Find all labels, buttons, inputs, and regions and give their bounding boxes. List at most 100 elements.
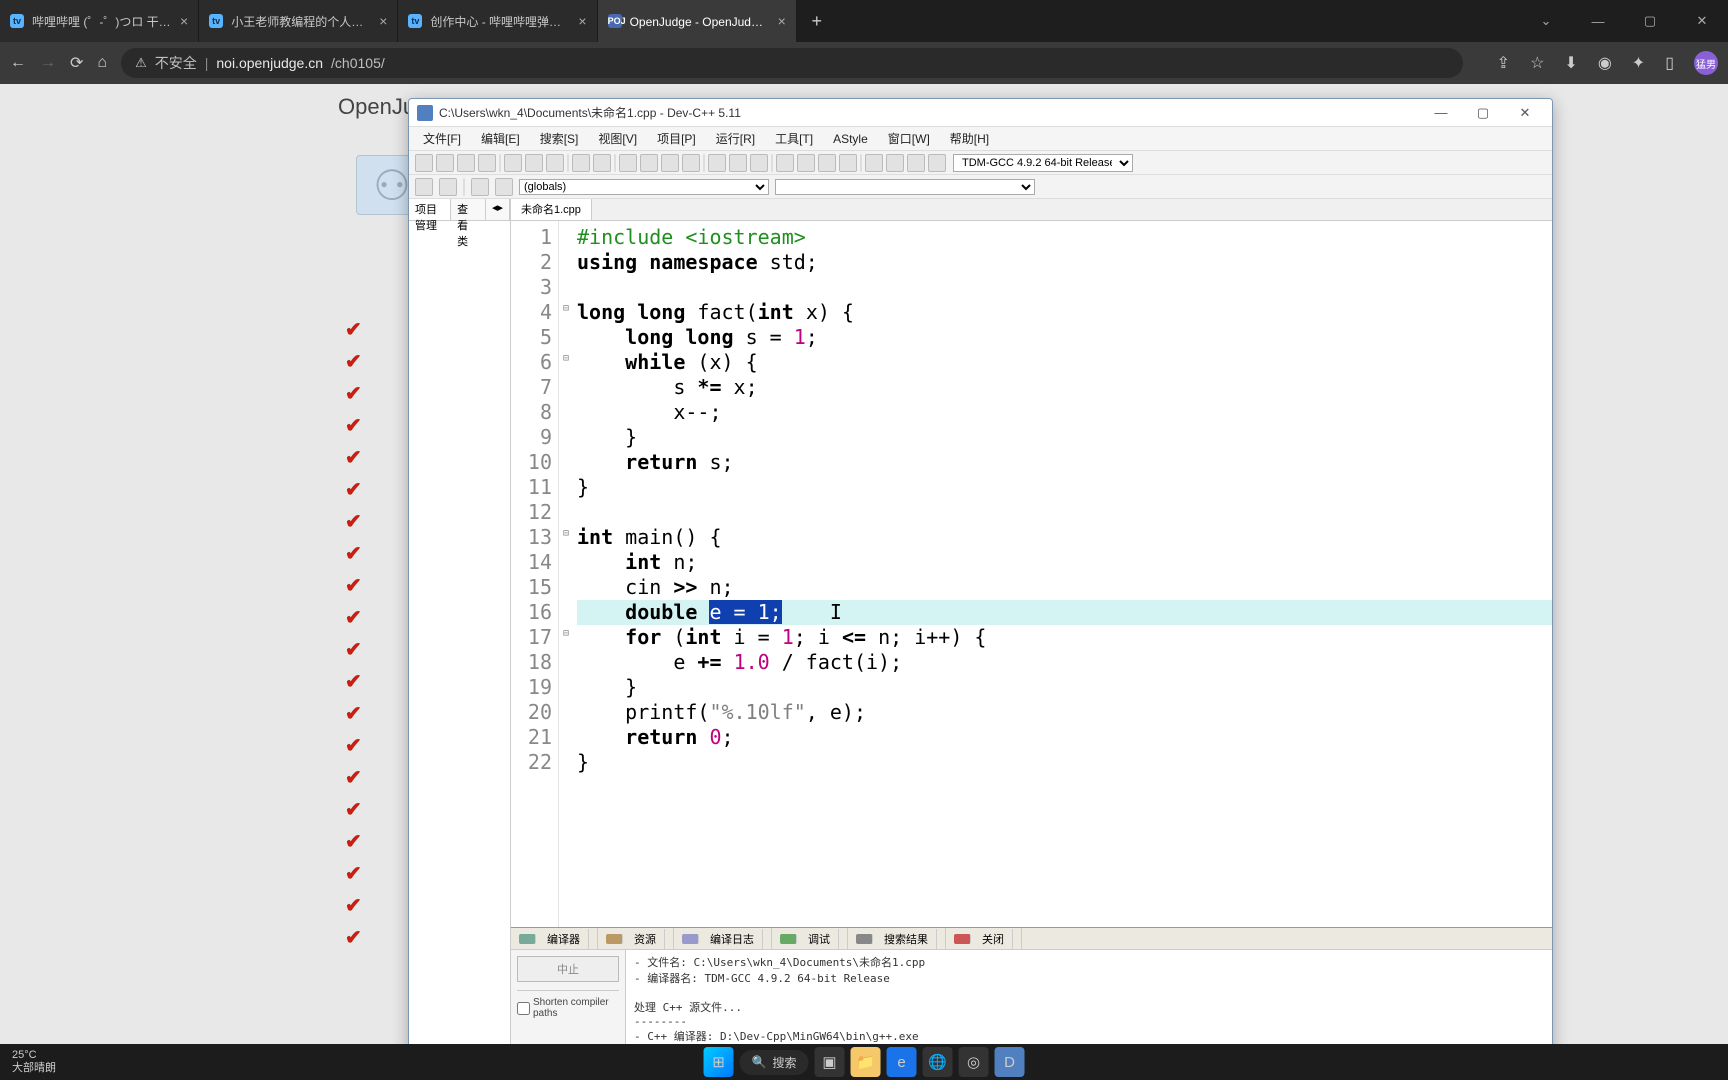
side-tab-more[interactable]: ◂▸	[486, 199, 510, 220]
side-tab-project[interactable]: 项目管理	[409, 199, 451, 220]
toolbar-button[interactable]	[928, 154, 946, 172]
compiler-select[interactable]: TDM-GCC 4.9.2 64-bit Release	[953, 154, 1133, 172]
menu-run[interactable]: 运行[R]	[708, 128, 763, 149]
maximize-icon[interactable]: ▢	[1464, 105, 1502, 121]
check-icon: ✔	[345, 701, 362, 726]
menu-search[interactable]: 搜索[S]	[532, 128, 587, 149]
toolbar-button[interactable]	[457, 154, 475, 172]
code-editor[interactable]: 12345678910111213141516171819202122 ⊟⊟⊟⊟…	[511, 221, 1552, 927]
close-icon[interactable]: ×	[778, 13, 786, 29]
obs-icon[interactable]: ◎	[958, 1047, 988, 1077]
toolbar-button[interactable]	[504, 154, 522, 172]
close-window-icon[interactable]: ✕	[1676, 0, 1728, 42]
devcpp-icon[interactable]: D	[994, 1047, 1024, 1077]
close-icon[interactable]: ✕	[1506, 105, 1544, 121]
btab-close[interactable]: 关闭	[946, 928, 1022, 949]
explorer-icon[interactable]: 📁	[850, 1047, 880, 1077]
minimize-icon[interactable]: ―	[1572, 0, 1624, 42]
menu-file[interactable]: 文件[F]	[415, 128, 469, 149]
fold-gutter[interactable]: ⊟⊟⊟⊟	[559, 221, 573, 927]
maximize-icon[interactable]: ▢	[1624, 0, 1676, 42]
toolbar-button[interactable]	[708, 154, 726, 172]
toolbar-button[interactable]	[546, 154, 564, 172]
forward-icon[interactable]: →	[40, 54, 56, 72]
btab-compile-log[interactable]: 编译日志	[674, 928, 772, 949]
extensions-icon[interactable]: ✦	[1632, 53, 1645, 73]
browser-tab[interactable]: tv 小王老师教编程的个人空间_哔哩… ×	[199, 0, 398, 42]
toolbar-button[interactable]	[865, 154, 883, 172]
menu-tools[interactable]: 工具[T]	[767, 128, 821, 149]
menu-help[interactable]: 帮助[H]	[942, 128, 997, 149]
task-view-icon[interactable]: ▣	[814, 1047, 844, 1077]
side-tab-class[interactable]: 查看类	[451, 199, 486, 220]
toolbar-button[interactable]	[661, 154, 679, 172]
home-icon[interactable]: ⌂	[97, 54, 107, 72]
menu-astyle[interactable]: AStyle	[825, 130, 876, 148]
toolbar-button[interactable]	[572, 154, 590, 172]
url-input[interactable]: ⚠ 不安全 | noi.openjudge.cn/ch0105/	[121, 48, 1463, 78]
close-icon[interactable]: ×	[180, 13, 188, 29]
chrome-icon[interactable]: 🌐	[922, 1047, 952, 1077]
btab-resource[interactable]: 资源	[598, 928, 674, 949]
toolbar-button[interactable]	[839, 154, 857, 172]
reload-icon[interactable]: ⟳	[70, 53, 83, 73]
shorten-checkbox[interactable]: Shorten compiler paths	[517, 997, 619, 1019]
toolbar-button[interactable]	[415, 178, 433, 196]
weather-widget[interactable]: 25°C 大部晴朗	[0, 1049, 68, 1075]
toolbar-button[interactable]	[907, 154, 925, 172]
toolbar-button[interactable]	[471, 178, 489, 196]
menu-view[interactable]: 视图[V]	[590, 128, 645, 149]
close-icon[interactable]: ×	[578, 13, 586, 29]
back-icon[interactable]: ←	[10, 54, 26, 72]
new-tab-button[interactable]: +	[797, 0, 837, 42]
toolbar-button[interactable]	[439, 178, 457, 196]
toolbar-button[interactable]	[415, 154, 433, 172]
file-tab[interactable]: 未命名1.cpp	[511, 199, 592, 220]
toolbar-button[interactable]	[478, 154, 496, 172]
taskbar-search[interactable]: 🔍 搜索	[740, 1050, 809, 1075]
toolbar-button[interactable]	[776, 154, 794, 172]
browser-tab-active[interactable]: POJ OpenJudge - OpenJudge - 题… ×	[598, 0, 797, 42]
menu-project[interactable]: 项目[P]	[649, 128, 704, 149]
check-icon: ✔	[345, 541, 362, 566]
url-host: noi.openjudge.cn	[216, 55, 323, 71]
toolbar-button[interactable]	[640, 154, 658, 172]
chevron-down-icon[interactable]: ⌄	[1520, 0, 1572, 42]
toolbar-button[interactable]	[729, 154, 747, 172]
toolbar-button[interactable]	[682, 154, 700, 172]
browser-tab[interactable]: tv 创作中心 - 哔哩哔哩弹幕视频网 ×	[398, 0, 597, 42]
toolbar-button[interactable]	[525, 154, 543, 172]
browser-titlebar: tv 哔哩哔哩 (゜-゜)つロ 干杯~-bil… × tv 小王老师教编程的个人…	[0, 0, 1728, 42]
toolbar-button[interactable]	[818, 154, 836, 172]
start-icon[interactable]: ⊞	[704, 1047, 734, 1077]
toolbar-button[interactable]	[619, 154, 637, 172]
browser-tab[interactable]: tv 哔哩哔哩 (゜-゜)つロ 干杯~-bil… ×	[0, 0, 199, 42]
close-icon[interactable]: ×	[379, 13, 387, 29]
menu-edit[interactable]: 编辑[E]	[473, 128, 528, 149]
share-icon[interactable]: ⇪	[1497, 53, 1510, 73]
globals-select[interactable]: (globals)	[519, 179, 769, 195]
btab-compiler[interactable]: 编译器	[511, 928, 598, 949]
menu-window[interactable]: 窗口[W]	[880, 128, 938, 149]
edge-icon[interactable]: e	[886, 1047, 916, 1077]
minimize-icon[interactable]: ―	[1422, 105, 1460, 121]
toolbar-button[interactable]	[495, 178, 513, 196]
download-icon[interactable]: ⬇	[1564, 53, 1577, 73]
code-area[interactable]: #include <iostream> using namespace std;…	[573, 221, 1552, 927]
toolbar-button[interactable]	[436, 154, 454, 172]
bookmark-icon[interactable]: ☆	[1530, 53, 1544, 73]
stop-button[interactable]: 中止	[517, 956, 619, 982]
toolbar-button[interactable]	[886, 154, 904, 172]
btab-search[interactable]: 搜索结果	[848, 928, 946, 949]
sidepanel-icon[interactable]: ▯	[1665, 53, 1674, 73]
devcpp-titlebar[interactable]: C:\Users\wkn_4\Documents\未命名1.cpp - Dev-…	[409, 99, 1552, 127]
toolbar-button[interactable]	[797, 154, 815, 172]
record-icon[interactable]: ◉	[1598, 53, 1612, 73]
symbols-select[interactable]	[775, 179, 1035, 195]
btab-debug[interactable]: 调试	[772, 928, 848, 949]
check-icon: ✔	[345, 669, 362, 694]
profile-avatar[interactable]: 猛男	[1694, 51, 1718, 75]
toolbar-button[interactable]	[750, 154, 768, 172]
compile-log[interactable]: - 文件名: C:\Users\wkn_4\Documents\未命名1.cpp…	[626, 950, 1552, 1058]
toolbar-button[interactable]	[593, 154, 611, 172]
